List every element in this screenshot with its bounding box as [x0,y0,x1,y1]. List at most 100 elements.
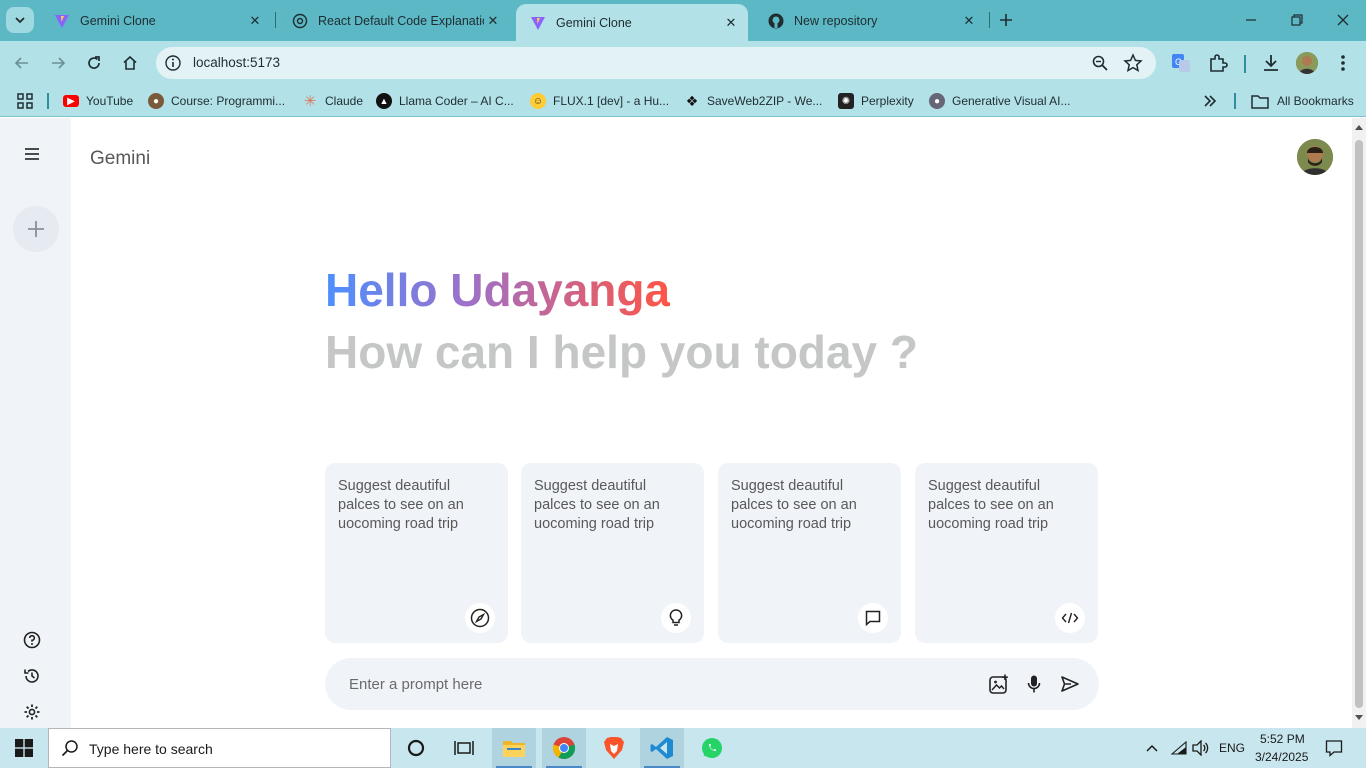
close-icon[interactable]: ✕ [722,14,740,32]
bookmark-label: Llama Coder – AI C... [399,94,514,108]
task-view-button[interactable] [444,728,484,768]
bookmark-youtube[interactable]: ▶ YouTube [63,91,133,111]
close-icon [1337,14,1349,26]
prompt-input[interactable] [349,672,969,696]
clock-time[interactable]: 5:52 PM [1260,732,1305,746]
scrollbar-thumb[interactable] [1355,140,1363,708]
tab-react-explanation[interactable]: React Default Code Explanation ✕ [278,5,510,37]
cortana-button[interactable] [396,728,436,768]
chatgpt-icon [292,13,308,29]
address-bar[interactable]: localhost:5173 [156,47,1156,79]
suggestion-card[interactable]: Suggest deautiful palces to see on an uo… [718,463,901,643]
extensions-icon[interactable] [1207,52,1229,74]
profile-avatar[interactable] [1296,52,1318,74]
settings-button[interactable] [22,702,42,722]
bookmarks-overflow-button[interactable] [1203,91,1217,111]
llama-icon: ▲ [376,93,392,109]
notification-center-button[interactable] [1318,728,1350,768]
clock-date[interactable]: 3/24/2025 [1255,750,1308,764]
help-button[interactable] [22,630,42,650]
close-window-button[interactable] [1331,8,1355,32]
close-icon[interactable]: ✕ [484,12,502,30]
brave-button[interactable] [592,728,636,768]
tab-search-button[interactable] [6,7,34,33]
downloads-icon[interactable] [1260,52,1282,74]
site-info-icon[interactable] [164,54,182,72]
chrome-button[interactable] [542,728,586,768]
close-icon[interactable]: ✕ [960,12,978,30]
new-tab-button[interactable] [996,10,1016,30]
bookmark-label: SaveWeb2ZIP - We... [707,94,823,108]
microphone-icon[interactable] [1022,672,1046,696]
bookmark-flux[interactable]: ☺ FLUX.1 [dev] - a Hu... [530,91,669,111]
start-button[interactable] [0,728,48,768]
whatsapp-button[interactable] [690,728,734,768]
all-bookmarks-label: All Bookmarks [1277,94,1354,108]
bulb-icon [661,603,691,633]
image-upload-icon[interactable] [987,672,1011,696]
bookmark-label: FLUX.1 [dev] - a Hu... [553,94,670,108]
show-hidden-icons-button[interactable] [1142,728,1162,768]
suggestion-card[interactable]: Suggest deautiful palces to see on an uo… [521,463,704,643]
github-icon [768,13,784,29]
translate-extension-icon[interactable]: G [1170,52,1192,74]
home-button[interactable] [116,49,144,77]
vscode-button[interactable] [640,728,684,768]
sidebar [0,118,71,728]
activity-button[interactable] [22,666,42,686]
tab-new-repository[interactable]: New repository ✕ [754,5,986,37]
close-icon[interactable]: ✕ [246,12,264,30]
bookmark-star-icon[interactable] [1123,53,1143,78]
bookmark-llama-coder[interactable]: ▲ Llama Coder – AI C... [376,91,514,111]
suggestion-card[interactable]: Suggest deautiful palces to see on an uo… [325,463,508,643]
zoom-icon[interactable] [1091,54,1109,77]
file-explorer-button[interactable] [492,728,536,768]
url-text[interactable]: localhost:5173 [193,55,280,70]
minimize-button[interactable] [1239,8,1263,32]
suggestion-card[interactable]: Suggest deautiful palces to see on an uo… [915,463,1098,643]
user-avatar[interactable] [1297,139,1333,175]
chevron-up-icon [1146,744,1158,752]
tab-gemini-clone-active[interactable]: Gemini Clone ✕ [516,4,748,41]
tab-title: New repository [794,14,878,28]
bookmark-claude[interactable]: ✳ Claude [302,91,363,111]
apps-button[interactable] [16,91,34,111]
generative-icon: ● [929,93,945,109]
tab-separator [989,12,990,28]
scroll-up-arrow-icon[interactable] [1355,124,1363,130]
bookmark-perplexity[interactable]: ✺ Perplexity [838,91,914,111]
minimize-icon [1246,19,1256,21]
bookmark-saveweb2zip[interactable]: ❖ SaveWeb2ZIP - We... [684,91,823,111]
forward-button[interactable] [44,49,72,77]
bookmark-generative-visual[interactable]: ● Generative Visual AI... [929,91,1071,111]
tab-title: Gemini Clone [556,15,632,30]
bookmark-course[interactable]: ● Course: Programmi... [148,91,285,111]
all-bookmarks-button[interactable]: All Bookmarks [1251,91,1354,111]
restore-button[interactable] [1285,8,1309,32]
input-language[interactable]: ENG [1219,741,1245,755]
vite-icon [530,15,546,31]
windows-logo-icon [15,739,33,757]
page-scrollbar[interactable] [1352,118,1366,728]
network-button[interactable] [1168,728,1190,768]
scroll-down-arrow-icon[interactable] [1355,715,1363,721]
new-chat-button[interactable] [13,206,59,252]
perplexity-icon: ✺ [838,93,854,109]
card-text: Suggest deautiful palces to see on an uo… [338,478,464,532]
arrow-right-icon [52,57,66,69]
kebab-menu-icon[interactable] [1332,52,1354,74]
volume-button[interactable] [1190,728,1212,768]
gemini-app: Gemini Hello Udayanga How can I help you… [0,118,1352,728]
taskbar-search[interactable]: Type here to search [48,728,391,768]
reload-icon [88,56,100,69]
brave-icon [604,737,624,759]
tab-gemini-clone-1[interactable]: Gemini Clone ✕ [40,5,272,37]
app-title: Gemini [90,148,151,169]
reload-button[interactable] [80,49,108,77]
menu-button[interactable] [21,143,43,165]
back-button[interactable] [8,49,36,77]
send-icon[interactable] [1058,672,1082,696]
browser-toolbar: localhost:5173 G [0,41,1366,85]
speaker-icon [1192,740,1209,756]
tab-title: React Default Code Explanation [318,14,484,28]
